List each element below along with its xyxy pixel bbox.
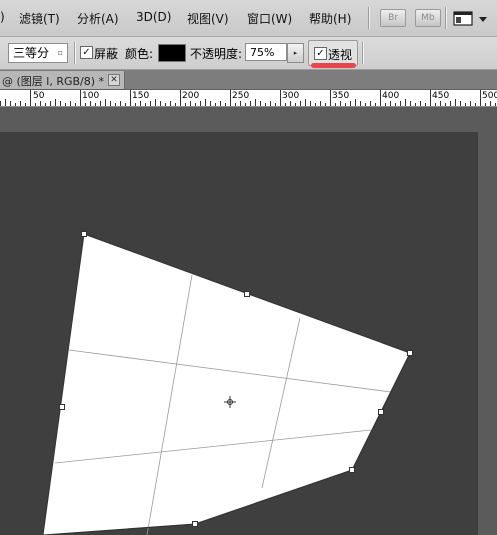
warp-overlay (42, 231, 413, 535)
transform-handle[interactable] (244, 291, 250, 297)
transform-handle[interactable] (407, 350, 413, 356)
layer-fill (43, 234, 410, 535)
transform-handle[interactable] (59, 404, 65, 410)
transform-handle[interactable] (349, 467, 355, 473)
transform-handle[interactable] (192, 521, 198, 527)
transform-handle[interactable] (81, 231, 87, 237)
transform-handle[interactable] (378, 409, 384, 415)
